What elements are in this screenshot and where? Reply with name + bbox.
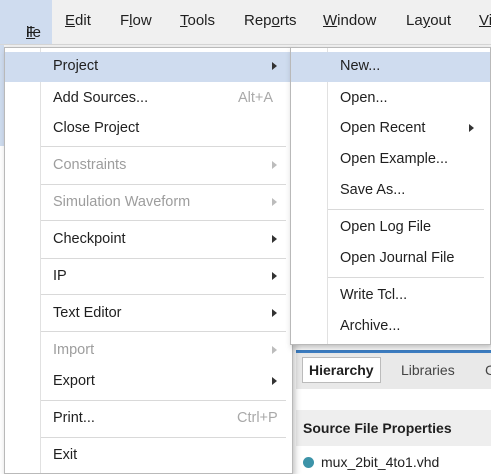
- menu-separator: [41, 437, 286, 438]
- vhdl-file-icon: [303, 457, 314, 468]
- submenu-arrow-icon: [272, 377, 277, 385]
- tab-compile-order[interactable]: C: [485, 362, 491, 378]
- menu-item-project[interactable]: Project: [5, 52, 292, 82]
- submenu-arrow-icon: [272, 346, 277, 354]
- menu-item-open-example[interactable]: Open Example...: [291, 145, 490, 175]
- menu-item-close-project[interactable]: Close Project: [5, 114, 292, 144]
- menu-item-exit[interactable]: Exit: [5, 441, 292, 471]
- file-name: mux_2bit_4to1.vhd: [321, 454, 440, 470]
- menu-item-simulation-waveform: Simulation Waveform: [5, 188, 292, 218]
- menu-reports[interactable]: Reports: [244, 12, 297, 29]
- submenu-arrow-icon: [272, 235, 277, 243]
- menu-item-save-as[interactable]: Save As...: [291, 176, 490, 206]
- menu-item-export[interactable]: Export: [5, 367, 292, 397]
- menu-item-print[interactable]: Print... Ctrl+P: [5, 404, 292, 434]
- menu-item-open-log-file[interactable]: Open Log File: [291, 213, 490, 243]
- file-menu: Project Add Sources... Alt+A Close Proje…: [4, 47, 293, 474]
- menu-separator: [41, 220, 286, 221]
- menu-item-import: Import: [5, 336, 292, 366]
- menu-item-add-sources[interactable]: Add Sources... Alt+A: [5, 84, 292, 114]
- submenu-arrow-icon: [272, 161, 277, 169]
- menu-item-open-journal-file[interactable]: Open Journal File: [291, 244, 490, 274]
- menu-separator: [41, 258, 286, 259]
- submenu-arrow-icon: [272, 198, 277, 206]
- menu-layout[interactable]: Layout: [406, 12, 451, 29]
- file-item[interactable]: mux_2bit_4to1.vhd: [303, 454, 439, 470]
- menu-item-new-project[interactable]: New...: [291, 52, 490, 82]
- menu-file[interactable]: File: [0, 0, 52, 44]
- menu-separator: [41, 184, 286, 185]
- menu-item-ip[interactable]: IP: [5, 262, 292, 292]
- menu-edit[interactable]: Edit: [65, 12, 91, 29]
- source-file-properties-title: Source File Properties: [303, 420, 452, 436]
- menu-item-open-recent[interactable]: Open Recent: [291, 114, 490, 144]
- menu-flow[interactable]: Flow: [120, 12, 152, 29]
- menu-item-write-tcl[interactable]: Write Tcl...: [291, 281, 490, 311]
- menu-tools[interactable]: Tools: [180, 12, 215, 29]
- menu-separator: [41, 331, 286, 332]
- menu-item-text-editor[interactable]: Text Editor: [5, 299, 292, 329]
- submenu-arrow-icon: [272, 309, 277, 317]
- menu-window[interactable]: Window: [323, 12, 376, 29]
- submenu-arrow-icon: [272, 62, 277, 70]
- menubar: File Edit Flow Tools Reports Window Layo…: [0, 0, 491, 45]
- submenu-arrow-icon: [469, 124, 474, 132]
- menu-separator: [41, 400, 286, 401]
- sources-tabbar: Hierarchy Libraries C: [296, 350, 491, 389]
- menu-separator: [328, 277, 484, 278]
- tab-libraries[interactable]: Libraries: [401, 362, 455, 378]
- tab-hierarchy[interactable]: Hierarchy: [302, 357, 381, 383]
- menu-item-constraints: Constraints: [5, 151, 292, 181]
- menu-separator: [41, 294, 286, 295]
- menu-item-archive[interactable]: Archive...: [291, 312, 490, 342]
- menu-view[interactable]: Vi: [479, 12, 491, 29]
- menu-item-open-project[interactable]: Open...: [291, 84, 490, 114]
- submenu-arrow-icon: [272, 272, 277, 280]
- source-file-properties-header: Source File Properties: [296, 410, 491, 446]
- menu-item-checkpoint[interactable]: Checkpoint: [5, 225, 292, 255]
- project-submenu: New... Open... Open Recent Open Example.…: [290, 47, 491, 345]
- menu-separator: [328, 209, 484, 210]
- menu-separator: [41, 146, 286, 147]
